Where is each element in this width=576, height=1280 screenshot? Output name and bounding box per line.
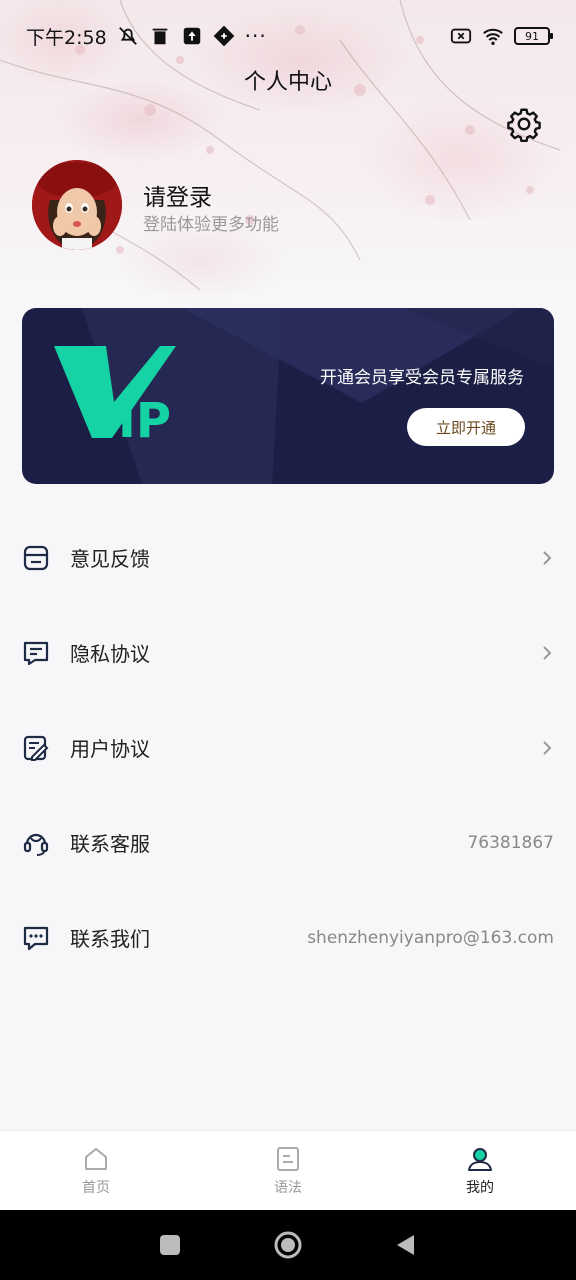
menu-item-user-agreement[interactable]: 用户协议 bbox=[0, 700, 576, 795]
menu-label-contact-us: 联系我们 bbox=[70, 927, 150, 951]
more-dots-icon: ··· bbox=[244, 24, 267, 48]
vip-open-button[interactable]: 立即开通 bbox=[407, 408, 525, 446]
home-button[interactable] bbox=[273, 1230, 303, 1260]
tab-grammar[interactable]: 语法 bbox=[192, 1131, 384, 1210]
menu-label-privacy: 隐私协议 bbox=[70, 642, 150, 666]
menu-item-contact-us[interactable]: 联系我们 shenzhenyiyanpro@163.com bbox=[0, 890, 576, 985]
vip-card[interactable]: IP 开通会员享受会员专属服务 立即开通 bbox=[22, 308, 554, 484]
avatar[interactable] bbox=[32, 160, 122, 250]
settings-menu: 意见反馈 隐私协议 用户协议 联系客服 76381867 联系我们 shenzh… bbox=[0, 510, 576, 985]
bottom-tab-bar: 首页 语法 我的 bbox=[0, 1130, 576, 1210]
chat-icon bbox=[23, 926, 49, 950]
square-icon bbox=[160, 1235, 180, 1255]
contact-email: shenzhenyiyanpro@163.com bbox=[307, 927, 554, 948]
battery-level: 91 bbox=[525, 29, 539, 43]
mute-icon bbox=[118, 27, 137, 45]
menu-label-feedback: 意见反馈 bbox=[70, 547, 150, 571]
status-bar: 下午2:58 ··· 91 bbox=[0, 0, 576, 72]
menu-item-privacy[interactable]: 隐私协议 bbox=[0, 605, 576, 700]
document-icon bbox=[277, 1146, 299, 1171]
menu-item-feedback[interactable]: 意见反馈 bbox=[0, 510, 576, 605]
feedback-icon bbox=[23, 545, 49, 570]
vip-logo-ip: IP bbox=[118, 393, 171, 449]
tab-home[interactable]: 首页 bbox=[0, 1131, 192, 1210]
user-icon bbox=[468, 1147, 492, 1171]
status-time: 下午2:58 bbox=[26, 26, 107, 49]
trash-icon bbox=[152, 28, 168, 45]
tab-mine[interactable]: 我的 bbox=[384, 1131, 576, 1210]
system-navigation-bar bbox=[0, 1210, 576, 1280]
back-triangle-icon bbox=[397, 1235, 414, 1255]
chevron-right-icon bbox=[543, 550, 552, 565]
tab-label-home: 首页 bbox=[82, 1179, 110, 1196]
nav-app-icon bbox=[213, 25, 235, 47]
chevron-right-icon bbox=[543, 740, 552, 755]
page-title: 个人中心 bbox=[243, 70, 332, 95]
menu-label-user-agreement: 用户协议 bbox=[70, 737, 150, 761]
recent-apps-button[interactable] bbox=[155, 1230, 185, 1260]
circle-icon bbox=[274, 1231, 302, 1259]
privacy-icon bbox=[23, 641, 49, 665]
home-icon bbox=[85, 1147, 107, 1170]
back-button[interactable] bbox=[391, 1230, 421, 1260]
vip-description: 开通会员享受会员专属服务 bbox=[320, 368, 524, 388]
login-subtitle: 登陆体验更多功能 bbox=[143, 215, 279, 235]
headset-icon bbox=[23, 833, 49, 856]
customer-service-number: 76381867 bbox=[467, 832, 554, 853]
login-prompt[interactable]: 请登录 bbox=[143, 178, 212, 212]
wifi-icon bbox=[483, 28, 503, 45]
settings-gear-icon[interactable] bbox=[506, 106, 542, 142]
menu-label-customer-service: 联系客服 bbox=[70, 832, 150, 856]
chevron-right-icon bbox=[543, 645, 552, 660]
agreement-icon bbox=[23, 735, 49, 761]
tab-label-mine: 我的 bbox=[466, 1179, 494, 1196]
avatar-image bbox=[32, 160, 122, 250]
menu-item-customer-service[interactable]: 联系客服 76381867 bbox=[0, 795, 576, 890]
tab-label-grammar: 语法 bbox=[274, 1179, 302, 1196]
battery-indicator: 91 bbox=[514, 27, 553, 45]
sim-error-icon bbox=[450, 28, 472, 44]
upload-icon bbox=[183, 27, 200, 45]
vip-logo: IP bbox=[54, 346, 176, 449]
